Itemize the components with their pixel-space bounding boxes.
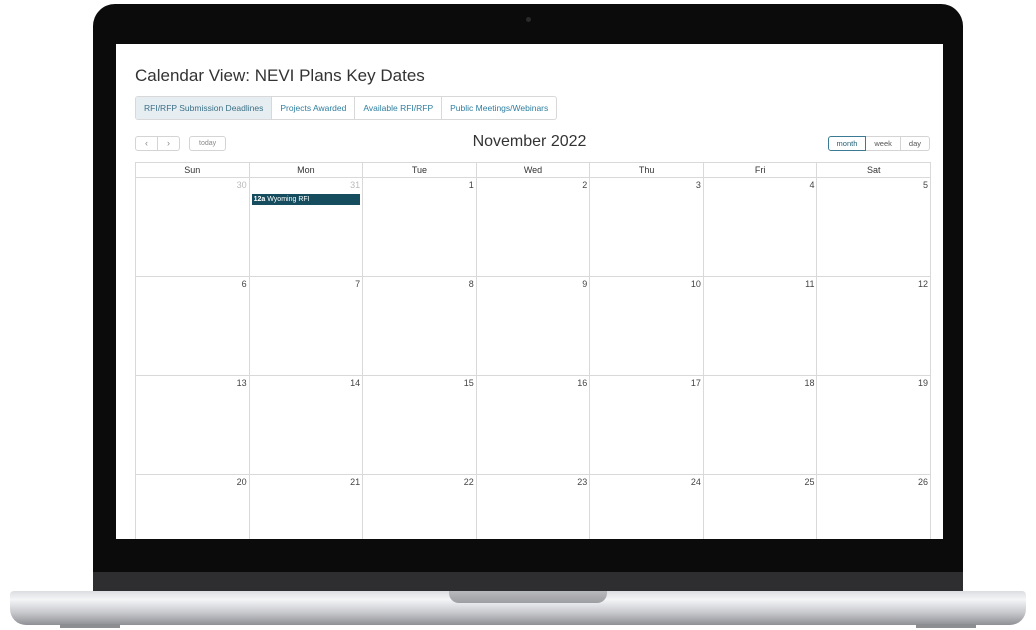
week-row: 6 7 8 9 10 11 12 xyxy=(135,277,932,376)
week-row: 30 31 12a Wyoming RFI 1 2 3 4 5 xyxy=(135,178,932,277)
view-switcher: month week day xyxy=(827,136,930,151)
day-number: 20 xyxy=(236,477,247,487)
day-number: 25 xyxy=(804,477,815,487)
day-cell[interactable]: 23 xyxy=(477,475,591,539)
weekday-label: Sun xyxy=(136,163,250,178)
event-time: 12a xyxy=(253,196,266,203)
day-cell[interactable]: 30 xyxy=(136,178,250,277)
day-number: 9 xyxy=(582,279,588,289)
day-number: 30 xyxy=(236,180,247,190)
day-number: 12 xyxy=(918,279,929,289)
day-number: 31 xyxy=(350,180,361,190)
event-title: Wyoming RFI xyxy=(267,196,310,203)
day-cell[interactable]: 31 12a Wyoming RFI xyxy=(249,178,364,277)
page-title: Calendar View: NEVI Plans Key Dates xyxy=(135,66,425,85)
day-number: 11 xyxy=(805,279,815,289)
day-cell[interactable]: 25 xyxy=(704,475,818,539)
laptop-foot-right xyxy=(916,624,976,628)
day-number: 4 xyxy=(809,180,815,190)
week-row: 20 21 22 23 24 25 26 xyxy=(135,475,932,539)
day-cell[interactable]: 9 xyxy=(476,277,591,376)
day-cell[interactable]: 26 xyxy=(817,475,932,539)
day-cell[interactable]: 8 xyxy=(363,277,477,376)
day-number: 2 xyxy=(582,180,588,190)
day-cell[interactable]: 4 xyxy=(703,178,818,277)
day-number: 5 xyxy=(923,180,929,190)
day-cell[interactable]: 14 xyxy=(249,376,364,475)
day-number: 26 xyxy=(918,477,929,487)
day-number: 16 xyxy=(577,378,588,388)
weekday-header: Sun Mon Tue Wed Thu Fri Sat xyxy=(135,162,932,178)
day-number: 22 xyxy=(463,477,474,487)
day-number: 3 xyxy=(695,180,701,190)
day-cell[interactable]: 19 xyxy=(817,376,932,475)
tab-available-rfi-rfp[interactable]: Available RFI/RFP xyxy=(355,97,443,119)
day-number: 7 xyxy=(355,279,361,289)
day-cell[interactable]: 6 xyxy=(136,277,250,376)
day-cell[interactable]: 15 xyxy=(363,376,477,475)
tab-projects-awarded[interactable]: Projects Awarded xyxy=(272,97,356,119)
day-cell[interactable]: 18 xyxy=(703,376,818,475)
day-cell[interactable]: 7 xyxy=(249,277,364,376)
month-view-button[interactable]: month xyxy=(827,136,867,151)
day-number: 24 xyxy=(690,477,701,487)
laptop-foot-left xyxy=(60,624,120,628)
weekday-label: Tue xyxy=(363,163,477,178)
day-number: 10 xyxy=(690,279,701,289)
day-number: 14 xyxy=(350,378,361,388)
day-cell[interactable]: 20 xyxy=(136,475,250,539)
screen: Calendar View: NEVI Plans Key Dates RFI/… xyxy=(116,44,943,539)
tab-bar: RFI/RFP Submission Deadlines Projects Aw… xyxy=(135,96,558,120)
day-cell[interactable]: 16 xyxy=(476,376,591,475)
day-number: 15 xyxy=(463,378,474,388)
weekday-label: Fri xyxy=(703,163,818,178)
weekday-label: Sat xyxy=(817,163,932,178)
laptop-chin xyxy=(93,572,963,592)
day-number: 23 xyxy=(577,477,588,487)
day-cell[interactable]: 1 xyxy=(363,178,477,277)
weekday-label: Mon xyxy=(249,163,364,178)
day-number: 21 xyxy=(350,477,361,487)
day-cell[interactable]: 21 xyxy=(250,475,364,539)
day-cell[interactable]: 12 xyxy=(817,277,932,376)
month-title: November 2022 xyxy=(472,133,587,150)
month-grid: Sun Mon Tue Wed Thu Fri Sat 30 31 12a Wyomi… xyxy=(135,162,932,539)
day-cell[interactable]: 10 xyxy=(590,277,704,376)
day-number: 18 xyxy=(804,378,815,388)
tab-rfi-rfp-submission-deadlines[interactable]: RFI/RFP Submission Deadlines xyxy=(136,97,273,119)
day-cell[interactable]: 13 xyxy=(136,376,250,475)
camera-icon xyxy=(526,17,531,22)
weekday-label: Thu xyxy=(590,163,704,178)
weekday-label: Wed xyxy=(476,163,591,178)
day-cell[interactable]: 24 xyxy=(590,475,704,539)
day-view-button[interactable]: day xyxy=(900,136,930,151)
tab-public-meetings-webinars[interactable]: Public Meetings/Webinars xyxy=(442,97,556,119)
day-cell[interactable]: 17 xyxy=(590,376,704,475)
day-cell[interactable]: 3 xyxy=(590,178,704,277)
day-cell[interactable]: 5 xyxy=(817,178,932,277)
week-view-button[interactable]: week xyxy=(866,136,901,151)
week-row: 13 14 15 16 17 18 19 xyxy=(135,376,932,475)
day-number: 19 xyxy=(918,378,929,388)
day-number: 17 xyxy=(690,378,701,388)
day-number: 13 xyxy=(236,378,247,388)
day-number: 8 xyxy=(468,279,474,289)
day-number: 1 xyxy=(468,180,474,190)
day-cell[interactable]: 2 xyxy=(476,178,591,277)
calendar-event[interactable]: 12a Wyoming RFI xyxy=(251,194,361,205)
day-cell[interactable]: 11 xyxy=(703,277,818,376)
laptop-notch xyxy=(449,591,607,603)
day-cell[interactable]: 22 xyxy=(363,475,477,539)
weeks: 30 31 12a Wyoming RFI 1 2 3 4 5 6 7 8 9 10 11 12 13 14 15 1… xyxy=(135,178,932,539)
day-number: 6 xyxy=(241,279,247,289)
